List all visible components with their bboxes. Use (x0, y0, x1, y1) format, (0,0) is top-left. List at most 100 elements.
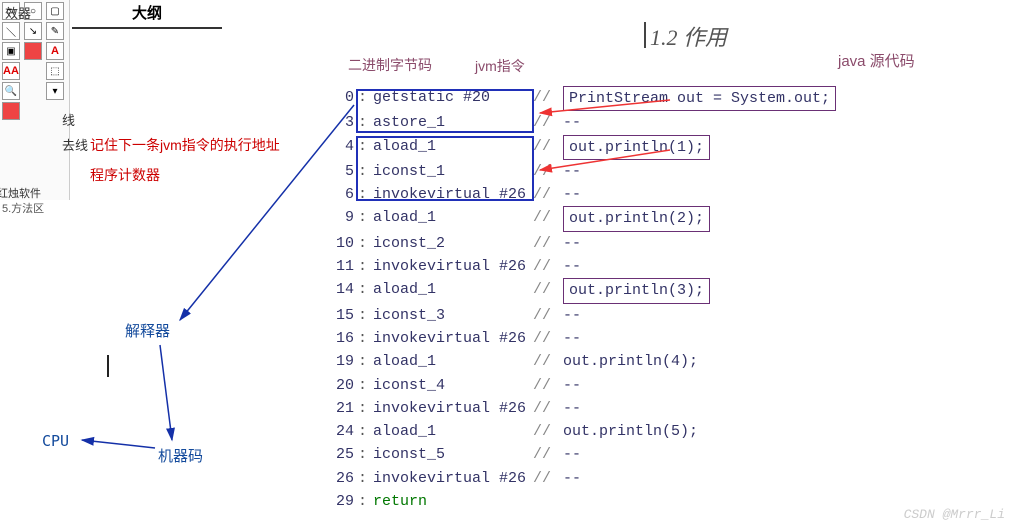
line-number: 26 (310, 467, 358, 490)
outline-panel: 大纲 (72, 0, 222, 29)
line-number: 0 (310, 86, 358, 111)
tool-rect-icon[interactable]: ▢ (46, 2, 64, 20)
line-number: 21 (310, 397, 358, 420)
code-row: 24:aload_1// out.println(5); (310, 420, 836, 443)
instruction: astore_1 (373, 111, 533, 134)
instruction: invokevirtual #26 (373, 467, 533, 490)
code-row: 14:aload_1// out.println(3); (310, 278, 836, 303)
code-row: 6:invokevirtual #26// -- (310, 183, 836, 206)
tool-line-icon[interactable]: ＼ (2, 22, 20, 40)
label-cpu: CPU (42, 432, 69, 450)
instruction: aload_1 (373, 350, 533, 373)
instruction: getstatic #20 (373, 86, 533, 111)
tool-swatch-icon[interactable]: ▾ (46, 82, 64, 100)
source-comment: -- (563, 304, 581, 327)
code-row: 25:iconst_5// -- (310, 443, 836, 466)
code-row: 9:aload_1// out.println(2); (310, 206, 836, 231)
line-number: 3 (310, 111, 358, 134)
line-number: 4 (310, 135, 358, 160)
tool-palette: ▭ ○ ▢ ＼ ↘ ✎ ▣ 效器 A AA ⬚ 🔍 ▾ (0, 0, 70, 200)
line-number: 11 (310, 255, 358, 278)
code-row: 5:iconst_1// -- (310, 160, 836, 183)
label-machine-code: 机器码 (158, 445, 203, 466)
tool-magnify-icon[interactable]: 🔍 (2, 82, 20, 100)
instruction: iconst_5 (373, 443, 533, 466)
code-row: 0:getstatic #20// PrintStream out = Syst… (310, 86, 836, 111)
note-pc-desc: 记住下一条jvm指令的执行地址 (90, 135, 280, 155)
source-comment: out.println(1); (563, 135, 710, 160)
source-comment: -- (563, 443, 581, 466)
source-comment: -- (563, 232, 581, 255)
code-row: 26:invokevirtual #26// -- (310, 467, 836, 490)
line-number: 6 (310, 183, 358, 206)
header-bytecode: 二进制字节码 (348, 55, 432, 75)
tool-crop-icon[interactable]: ⬚ (46, 62, 64, 80)
code-listing: 0:getstatic #20// PrintStream out = Syst… (310, 86, 836, 513)
instruction: iconst_2 (373, 232, 533, 255)
tool-pencil-icon[interactable]: ✎ (46, 22, 64, 40)
code-row: 21:invokevirtual #26// -- (310, 397, 836, 420)
code-row: 20:iconst_4// -- (310, 374, 836, 397)
arrow-interp-to-machine (160, 345, 172, 440)
sidebar-text-line: 线 (62, 110, 75, 129)
code-row: 16:invokevirtual #26// -- (310, 327, 836, 350)
source-comment: out.println(4); (563, 350, 698, 373)
toolbar-label-1: 效器 (2, 2, 34, 23)
code-row: 11:invokevirtual #26// -- (310, 255, 836, 278)
line-number: 19 (310, 350, 358, 373)
instruction: invokevirtual #26 (373, 397, 533, 420)
instruction: iconst_4 (373, 374, 533, 397)
line-number: 24 (310, 420, 358, 443)
sidebar-text-method: 5.方法区 (2, 200, 44, 216)
line-number: 25 (310, 443, 358, 466)
instruction: return (373, 490, 533, 513)
instruction: aload_1 (373, 206, 533, 231)
header-jvm: jvm指令 (475, 56, 525, 76)
instruction: iconst_3 (373, 304, 533, 327)
source-comment: -- (563, 255, 581, 278)
source-comment: -- (563, 467, 581, 490)
section-title: 1.2 作用 (650, 20, 727, 52)
source-comment: out.println(3); (563, 278, 710, 303)
instruction: invokevirtual #26 (373, 327, 533, 350)
line-number: 10 (310, 232, 358, 255)
code-row: 19:aload_1// out.println(4); (310, 350, 836, 373)
instruction: invokevirtual #26 (373, 255, 533, 278)
source-comment: -- (563, 374, 581, 397)
instruction: aload_1 (373, 278, 533, 303)
instruction: aload_1 (373, 135, 533, 160)
source-comment: -- (563, 397, 581, 420)
tool-arrow-icon[interactable]: ↘ (24, 22, 42, 40)
outline-title: 大纲 (72, 0, 222, 29)
source-comment: -- (563, 160, 581, 183)
tool-color-icon[interactable] (24, 42, 42, 60)
sidebar-text-soft: 红烛软件 (0, 185, 41, 201)
instruction: iconst_1 (373, 160, 533, 183)
tool-fill-icon[interactable]: ▣ (2, 42, 20, 60)
label-interpreter: 解释器 (125, 320, 170, 341)
source-comment: -- (563, 327, 581, 350)
tool-text-a-icon[interactable]: A (46, 42, 64, 60)
line-number: 5 (310, 160, 358, 183)
tool-text-aa-icon[interactable]: AA (2, 62, 20, 80)
line-number: 15 (310, 304, 358, 327)
instruction: aload_1 (373, 420, 533, 443)
line-number: 9 (310, 206, 358, 231)
line-number: 29 (310, 490, 358, 513)
code-row: 4:aload_1// out.println(1); (310, 135, 836, 160)
source-comment: out.println(2); (563, 206, 710, 231)
tool-color2-icon[interactable] (2, 102, 20, 120)
line-number: 14 (310, 278, 358, 303)
instruction: invokevirtual #26 (373, 183, 533, 206)
source-comment: -- (563, 111, 581, 134)
source-comment: PrintStream out = System.out; (563, 86, 836, 111)
code-row: 29:return (310, 490, 836, 513)
note-pc-name: 程序计数器 (90, 165, 160, 185)
text-cursor-icon (107, 355, 109, 377)
source-comment: out.println(5); (563, 420, 698, 443)
line-number: 16 (310, 327, 358, 350)
sidebar-text-t1: 去线 (62, 135, 88, 154)
source-comment: -- (563, 183, 581, 206)
code-row: 3:astore_1// -- (310, 111, 836, 134)
code-row: 10:iconst_2// -- (310, 232, 836, 255)
